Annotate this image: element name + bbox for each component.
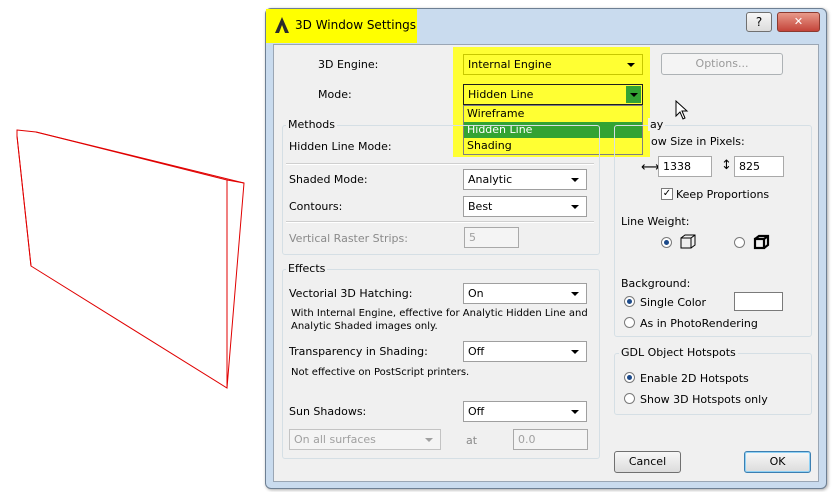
window-width-field[interactable]: 1338 [658,156,712,177]
transparency-label: Transparency in Shading: [289,345,428,358]
at-label: at [466,434,478,447]
single-color-label: Single Color [640,296,707,309]
contours-label: Contours: [289,200,343,213]
enable-2d-hotspots-label: Enable 2D Hotspots [640,372,749,385]
hidden-line-mode-label: Hidden Line Mode: [289,140,392,153]
chevron-down-icon [571,292,579,296]
sun-shadows-select[interactable]: Off [463,401,587,422]
show-3d-hotspots-radio[interactable] [624,393,635,404]
chevron-down-icon [425,438,433,442]
line-weight-bold-radio[interactable] [734,237,745,248]
keep-proportions-label: Keep Proportions [676,188,770,201]
photorendering-radio[interactable] [624,317,635,328]
shaded-mode-label: Shaded Mode: [289,173,368,186]
methods-group-label: Methods [286,118,337,131]
cancel-button[interactable]: Cancel [614,451,681,473]
background-color-swatch[interactable] [734,292,783,311]
raster-strips-field[interactable]: 5 [464,227,519,248]
hatching-label: Vectorial 3D Hatching: [289,287,413,300]
methods-separator-2 [286,221,594,223]
chevron-down-icon [571,350,579,354]
sun-shadows-value: Off [468,405,485,418]
show-3d-hotspots-label: Show 3D Hotspots only [640,393,768,406]
mouse-cursor-icon [675,100,689,120]
effects-group-label: Effects [286,262,328,275]
transparency-value: Off [468,345,485,358]
hatching-value: On [468,287,484,300]
close-button[interactable]: ✕ [777,12,820,32]
keep-proportions-checkbox[interactable]: ✓ [661,188,673,200]
shaded-mode-value: Analytic [468,173,513,186]
contours-select[interactable]: Best [463,196,587,217]
background-label: Background: [621,277,691,290]
engine-label: 3D Engine: [318,58,379,71]
chevron-down-icon [630,93,638,97]
mode-option-wireframe[interactable]: Wireframe [464,106,642,122]
line-weight-label: Line Weight: [621,215,690,228]
mode-label: Mode: [318,88,352,101]
methods-separator-1 [286,163,594,165]
transparency-select[interactable]: Off [463,341,587,362]
archicad-logo-icon [275,17,289,33]
bold-cube-icon [753,234,770,250]
single-color-radio[interactable] [624,296,635,307]
dialog-title: 3D Window Settings [295,18,417,32]
display-group-label: ay [648,118,666,131]
chevron-down-icon [571,178,579,182]
line-weight-thin-radio[interactable] [661,237,672,248]
help-button[interactable]: ? [746,12,772,32]
mode-select-value: Hidden Line [468,88,534,101]
ok-button[interactable]: OK [744,451,811,473]
chevron-down-icon [627,63,635,67]
window-height-field[interactable]: 825 [734,156,784,177]
contours-value: Best [468,200,493,213]
hatching-select[interactable]: On [463,283,587,304]
chevron-down-icon [571,410,579,414]
mode-select[interactable]: Hidden Line [463,84,643,105]
mode-dropdown-button[interactable] [626,86,641,103]
3d-preview [16,129,245,389]
transparency-note: Not effective on PostScript printers. [291,367,470,378]
horizontal-arrows-icon: ⟷ [641,160,660,175]
wall-wireframe [16,129,245,389]
thin-cube-icon [680,234,696,249]
options-button[interactable]: Options... [661,53,783,75]
gdl-hotspots-label: GDL Object Hotspots [619,346,738,359]
enable-2d-hotspots-radio[interactable] [624,372,635,383]
vertical-arrows-icon: ↕ [721,158,732,173]
engine-select-value: Internal Engine [468,58,552,71]
photorendering-label: As in PhotoRendering [640,317,758,330]
raster-strips-label: Vertical Raster Strips: [289,232,408,245]
surfaces-value: On all surfaces [294,433,376,446]
surfaces-select[interactable]: On all surfaces [289,429,441,450]
hatching-note-line-1: With Internal Engine, effective for Anal… [291,308,588,319]
sun-shadows-label: Sun Shadows: [289,405,367,418]
engine-select[interactable]: Internal Engine [463,54,643,75]
shadow-angle-field[interactable]: 0.0 [513,429,588,450]
window-size-label: ow Size in Pixels: [651,135,745,148]
hatching-note-line-2: Analytic Shaded images only. [291,321,438,332]
shaded-mode-select[interactable]: Analytic [463,169,587,190]
chevron-down-icon [571,205,579,209]
